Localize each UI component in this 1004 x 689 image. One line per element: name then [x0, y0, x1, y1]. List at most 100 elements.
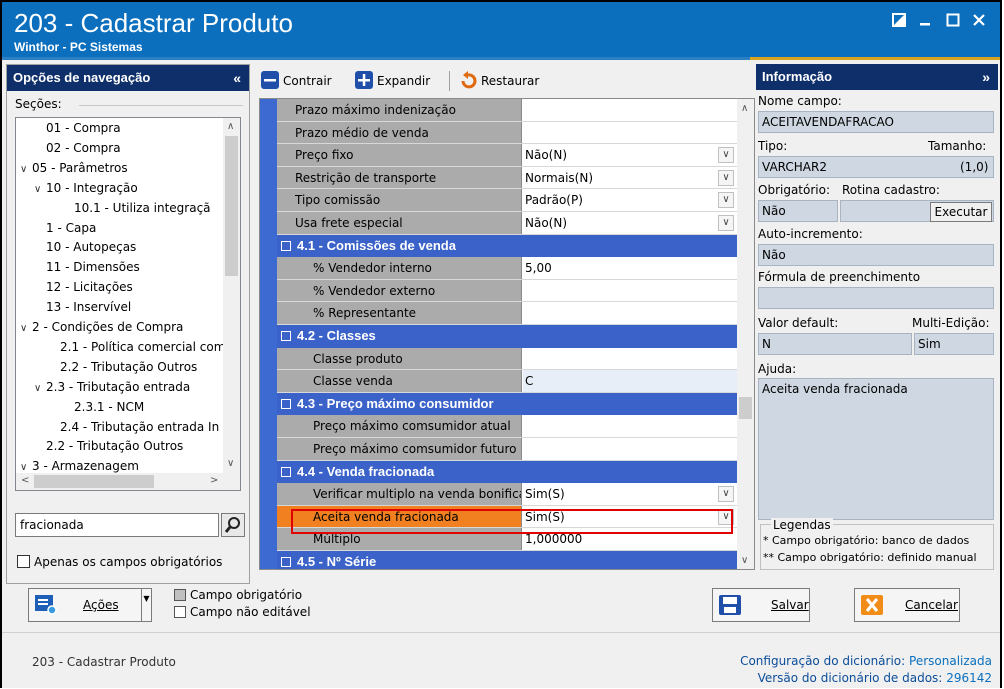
checkbox-box[interactable] — [17, 555, 30, 568]
tree-item[interactable]: 10 - Autopeças — [34, 237, 136, 257]
scroll-down-icon[interactable]: ∨ — [227, 458, 234, 469]
collapse-navigation-icon[interactable]: « — [233, 65, 241, 91]
expand-chevron-icon[interactable]: ∨ — [34, 379, 46, 399]
collapse-box-icon[interactable] — [281, 557, 291, 567]
property-value[interactable] — [523, 99, 738, 121]
property-value[interactable]: Não(N) ∨ — [523, 144, 738, 166]
collapse-box-icon[interactable] — [281, 240, 291, 251]
property-value[interactable] — [523, 438, 738, 460]
category-header[interactable]: 4.3 - Preço máximo consumidor — [277, 392, 738, 416]
property-row[interactable]: Classe venda C — [277, 370, 738, 393]
tree-item[interactable]: 13 - Inservível — [34, 297, 131, 317]
tree-item-label: 1 - Capa — [46, 220, 97, 235]
tree-item[interactable]: 2.2 - Tributação Outros — [48, 357, 197, 377]
expand-chevron-icon[interactable]: ∨ — [34, 180, 46, 200]
tree-hscroll-thumb[interactable] — [34, 475, 154, 488]
scroll-up-icon[interactable]: ∧ — [227, 121, 234, 132]
cancel-button[interactable]: Cancelar — [854, 588, 960, 622]
only-required-checkbox[interactable]: Apenas os campos obrigatórios — [17, 555, 222, 569]
tree-item[interactable]: 02 - Compra — [34, 138, 121, 158]
property-row[interactable]: Usa frete especial Não(N) ∨ — [277, 212, 738, 235]
tree-item[interactable]: 2.1 - Política comercial com — [48, 337, 225, 357]
property-value[interactable]: Não(N) ∨ — [523, 212, 738, 234]
property-grid[interactable]: Prazo máximo indenização Prazo médio de v… — [259, 98, 755, 570]
tree-item[interactable]: 2.4 - Tributação entrada In — [48, 417, 219, 437]
property-row[interactable]: Classe produto — [277, 347, 738, 371]
close-icon[interactable] — [968, 12, 990, 32]
help-value: Aceita venda fracionada — [758, 378, 994, 520]
property-row[interactable]: Prazo máximo indenização — [277, 99, 738, 122]
category-header[interactable]: 4.1 - Comissões de venda — [277, 234, 738, 258]
category-header[interactable]: 4.2 - Classes — [277, 325, 738, 348]
property-row[interactable]: Preço fixo Não(N) ∨ — [277, 144, 738, 167]
search-input[interactable]: fracionada — [15, 513, 219, 537]
property-row[interactable]: Preço máximo comsumidor futuro — [277, 438, 738, 461]
expand-chevron-icon[interactable]: ∨ — [20, 319, 32, 339]
property-row[interactable]: Tipo comissão Padrão(P) ∨ — [277, 189, 738, 212]
dropdown-chevron-icon[interactable]: ∨ — [718, 169, 734, 186]
maximize-icon[interactable] — [942, 12, 964, 32]
collapse-box-icon[interactable] — [281, 466, 291, 477]
property-value[interactable] — [523, 415, 738, 437]
search-button[interactable] — [221, 513, 245, 537]
execute-button[interactable]: Executar — [930, 202, 992, 222]
actions-dropdown-icon[interactable]: ▼ — [141, 589, 151, 621]
property-row[interactable]: % Representante — [277, 302, 738, 325]
property-value[interactable] — [523, 302, 738, 324]
tree-item[interactable]: ∨ 10 - Integração — [34, 178, 138, 198]
actions-button[interactable]: Ações ▼ — [28, 588, 152, 622]
tree-item[interactable]: ∨ 2.3 - Tributação entrada — [34, 377, 190, 397]
tree-horizontal-scrollbar[interactable]: < > — [16, 473, 240, 490]
grid-scroll-thumb[interactable] — [739, 397, 752, 419]
collapse-box-icon[interactable] — [281, 398, 291, 409]
tree-item[interactable]: 01 - Compra — [34, 118, 121, 138]
multi-edit-label: Multi-Edição: — [912, 316, 990, 330]
tree-vertical-scrollbar[interactable]: ∧ ∨ — [223, 118, 240, 473]
tree-item[interactable]: 10.1 - Utiliza integraçã — [62, 198, 211, 218]
tree-item[interactable]: 1 - Capa — [34, 218, 96, 238]
restore-button[interactable]: Restaurar — [459, 71, 539, 91]
property-row[interactable]: % Vendedor interno 5,00 — [277, 257, 738, 280]
expand-chevron-icon[interactable]: ∨ — [20, 160, 32, 180]
property-value[interactable]: Sim(S) ∨ — [523, 483, 738, 505]
dropdown-chevron-icon[interactable]: ∨ — [718, 192, 734, 209]
property-value[interactable]: 5,00 — [523, 257, 738, 279]
property-row[interactable]: Prazo médio de venda — [277, 121, 738, 145]
dropdown-chevron-icon[interactable]: ∨ — [718, 147, 734, 164]
expand-button[interactable]: Expandir — [355, 71, 430, 91]
tree-item[interactable]: 11 - Dimensões — [34, 257, 140, 277]
dropdown-chevron-icon[interactable]: ∨ — [718, 215, 734, 231]
property-value[interactable] — [523, 121, 738, 144]
tree-item[interactable]: ∨ 05 - Parâmetros — [20, 158, 128, 178]
minimize-icon[interactable] — [914, 12, 936, 32]
scroll-right-icon[interactable]: > — [210, 475, 218, 486]
tree-item[interactable]: 12 - Licitações — [34, 277, 133, 297]
property-value[interactable]: C — [523, 370, 738, 392]
property-value[interactable]: Padrão(P) ∨ — [523, 189, 738, 211]
property-value[interactable]: Normais(N) ∨ — [523, 166, 738, 189]
restore-icon[interactable] — [888, 12, 910, 32]
grid-scroll-down-icon[interactable]: ∨ — [741, 555, 748, 566]
tree-item[interactable]: ∨ 2 - Condições de Compra — [20, 317, 183, 337]
property-row[interactable]: % Vendedor externo — [277, 279, 738, 303]
collapse-box-icon[interactable] — [281, 331, 291, 341]
grid-scroll-up-icon[interactable]: ∧ — [741, 103, 748, 114]
scroll-left-icon[interactable]: < — [21, 475, 29, 486]
grid-vertical-scrollbar[interactable]: ∧ ∨ — [737, 99, 754, 569]
collapse-info-icon[interactable]: » — [982, 64, 990, 90]
tree-item[interactable]: 2.3.1 - NCM — [62, 397, 144, 417]
property-label: Preço fixo — [277, 144, 522, 166]
property-row[interactable]: Verificar multiplo na venda bonifica Sim(… — [277, 483, 738, 506]
property-row[interactable]: Preço máximo comsumidor atual — [277, 415, 738, 438]
property-value[interactable] — [523, 279, 738, 302]
property-value[interactable] — [523, 347, 738, 370]
collapse-button[interactable]: Contrair — [261, 71, 332, 91]
tree-item[interactable]: 2.2 - Tributação Outros — [34, 436, 183, 456]
category-header[interactable]: 4.4 - Venda fracionada — [277, 460, 738, 484]
sections-tree[interactable]: 01 - Compra 02 - Compra ∨ 05 - Parâmetros ∨ 1… — [15, 117, 241, 491]
property-row[interactable]: Restrição de transporte Normais(N) ∨ — [277, 166, 738, 190]
tree-scroll-thumb[interactable] — [225, 136, 238, 276]
dropdown-chevron-icon[interactable]: ∨ — [718, 486, 734, 503]
save-button[interactable]: Salvar — [712, 588, 810, 622]
category-header[interactable]: 4.5 - Nº Série — [277, 551, 738, 569]
